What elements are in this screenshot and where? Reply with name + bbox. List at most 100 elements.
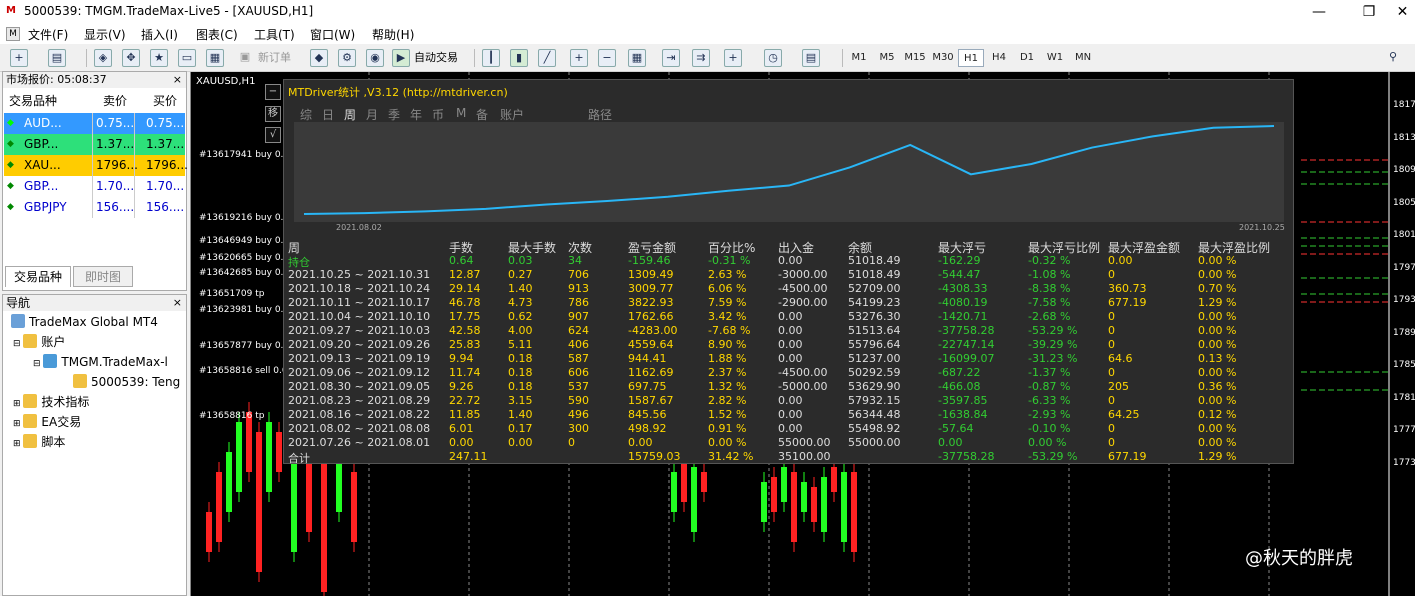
col-bid[interactable]: 卖价: [103, 90, 127, 112]
stats-tab[interactable]: 年: [410, 106, 422, 123]
nav-server[interactable]: ⊟ TMGM.TradeMax-l: [33, 352, 168, 372]
nav-ea[interactable]: ⊞ EA交易: [13, 412, 81, 432]
stats-cell: 29.14: [449, 282, 481, 295]
menu-view[interactable]: 显示(V): [84, 26, 126, 43]
market-symbol: GBPJPY: [24, 200, 67, 214]
stats-tab[interactable]: 账户: [500, 106, 524, 123]
market-watch-row[interactable]: ◆ GBP... 1.37... 1.37...: [4, 134, 185, 155]
nav-account[interactable]: 5000539: Teng: [73, 372, 180, 392]
tf-m5[interactable]: M5: [874, 49, 900, 67]
tf-m1[interactable]: M1: [846, 49, 872, 67]
search-icon[interactable]: ⚲: [1384, 49, 1402, 67]
minimize-button[interactable]: —: [1296, 2, 1342, 22]
close-button[interactable]: ✕: [1390, 2, 1415, 22]
options-icon[interactable]: ⚙: [338, 49, 356, 67]
menu-tools[interactable]: 工具(T): [254, 26, 295, 43]
col-symbol[interactable]: 交易品种: [9, 90, 57, 112]
nav-scripts[interactable]: ⊞ 脚本: [13, 432, 65, 452]
stats-tab[interactable]: M: [456, 106, 466, 120]
tester-icon[interactable]: ▦: [206, 49, 224, 67]
tf-h4[interactable]: H4: [986, 49, 1012, 67]
market-watch-close-icon[interactable]: ×: [173, 73, 182, 86]
tab-tick-chart[interactable]: 即时图: [73, 266, 133, 287]
crosshair-icon[interactable]: ✥: [122, 49, 140, 67]
tf-d1[interactable]: D1: [1014, 49, 1040, 67]
autoscroll-icon[interactable]: ⇉: [692, 49, 710, 67]
new-order-icon[interactable]: ▣: [236, 49, 254, 67]
tab-symbols[interactable]: 交易品种: [5, 266, 71, 287]
line-chart-icon[interactable]: ╱: [538, 49, 556, 67]
auto-trade-icon[interactable]: ▶: [392, 49, 410, 67]
navigator-close-icon[interactable]: ×: [173, 296, 182, 309]
new-order-button[interactable]: 新订单: [258, 48, 291, 68]
nav-accounts[interactable]: ⊟ 账户: [13, 332, 65, 352]
zoom-out-icon[interactable]: −: [598, 49, 616, 67]
stats-cell: 6.06 %: [708, 282, 747, 295]
nav-indicators[interactable]: ⊞ 技术指标: [13, 392, 89, 412]
stats-cell: 537: [568, 380, 589, 393]
stats-cell: -3000.00: [778, 268, 828, 281]
auto-trade-button[interactable]: 自动交易: [414, 48, 458, 68]
stats-cell: 34: [568, 254, 582, 267]
panel-minimize-icon[interactable]: −: [265, 84, 281, 100]
tf-mn[interactable]: MN: [1070, 49, 1096, 67]
tile-windows-icon[interactable]: ▦: [628, 49, 646, 67]
market-watch-icon[interactable]: ◈: [94, 49, 112, 67]
tf-m30[interactable]: M30: [930, 49, 956, 67]
order-label: #13657877 buy 0.03: [199, 341, 295, 351]
menu-file[interactable]: 文件(F): [28, 26, 68, 43]
stats-tab[interactable]: 币: [432, 106, 444, 123]
terminal-icon[interactable]: ▭: [178, 49, 196, 67]
bar-chart-icon[interactable]: ┃: [482, 49, 500, 67]
signals-icon[interactable]: ◉: [366, 49, 384, 67]
cell-divider: [92, 134, 93, 155]
stats-cell: 11.85: [449, 408, 481, 421]
zoom-in-icon[interactable]: +: [570, 49, 588, 67]
market-bid: 1.70...: [96, 179, 135, 193]
chart-shift-icon[interactable]: ⇥: [662, 49, 680, 67]
menu-chart[interactable]: 图表(C): [196, 26, 238, 43]
panel-check-icon[interactable]: √: [265, 127, 281, 143]
stats-cell: 55000.00: [778, 436, 831, 449]
stats-total-cell: 31.42 %: [708, 450, 754, 463]
stats-cell: -1420.71: [938, 310, 988, 323]
indicators-icon[interactable]: +: [724, 49, 742, 67]
navigator-icon[interactable]: ★: [150, 49, 168, 67]
stats-tab[interactable]: 日: [322, 106, 334, 123]
restore-button[interactable]: ❐: [1346, 2, 1392, 22]
tf-m15[interactable]: M15: [902, 49, 928, 67]
stats-tab[interactable]: 周: [344, 106, 356, 123]
templates-icon[interactable]: ▤: [802, 49, 820, 67]
market-watch-row[interactable]: ◆ XAU... 1796... 1796...: [4, 155, 188, 176]
metaeditor-icon[interactable]: ◆: [310, 49, 328, 67]
market-watch-row[interactable]: ◆ AUD... 0.75... 0.75...: [4, 113, 185, 134]
stats-cell: 51018.49: [848, 268, 901, 281]
tf-h1[interactable]: H1: [958, 49, 984, 67]
periods-icon[interactable]: ◷: [764, 49, 782, 67]
cell-divider: [134, 113, 135, 134]
nav-root[interactable]: TradeMax Global MT4: [11, 312, 158, 332]
col-ask[interactable]: 买价: [153, 90, 177, 112]
market-watch-row[interactable]: ◆ GBP... 1.70... 1.70...: [4, 176, 185, 197]
stats-cell: -39.29 %: [1028, 338, 1078, 351]
doc-icon[interactable]: M: [6, 27, 20, 41]
menu-window[interactable]: 窗口(W): [310, 26, 355, 43]
order-label: #13617941 buy 0.01: [199, 150, 295, 160]
stats-tab[interactable]: 路径: [588, 106, 612, 123]
profiles-icon[interactable]: ▤: [48, 49, 66, 67]
panel-move-icon[interactable]: 移: [265, 106, 281, 122]
stats-tab[interactable]: 综: [300, 106, 312, 123]
market-watch-row[interactable]: ◆ GBPJPY 156.... 156....: [4, 197, 185, 218]
nav-server-label: TMGM.TradeMax-l: [61, 355, 168, 369]
menu-help[interactable]: 帮助(H): [372, 26, 414, 43]
stats-tab[interactable]: 季: [388, 106, 400, 123]
stats-cell: 4559.64: [628, 338, 674, 351]
stats-tab[interactable]: 月: [366, 106, 378, 123]
menu-insert[interactable]: 插入(I): [141, 26, 178, 43]
stats-tab[interactable]: 备: [476, 106, 488, 123]
stats-cell: 0.00: [778, 310, 803, 323]
tf-w1[interactable]: W1: [1042, 49, 1068, 67]
candle-chart-icon[interactable]: ▮: [510, 49, 528, 67]
new-chart-icon[interactable]: +: [10, 49, 28, 67]
stats-total-cell: 35100.00: [778, 450, 831, 463]
